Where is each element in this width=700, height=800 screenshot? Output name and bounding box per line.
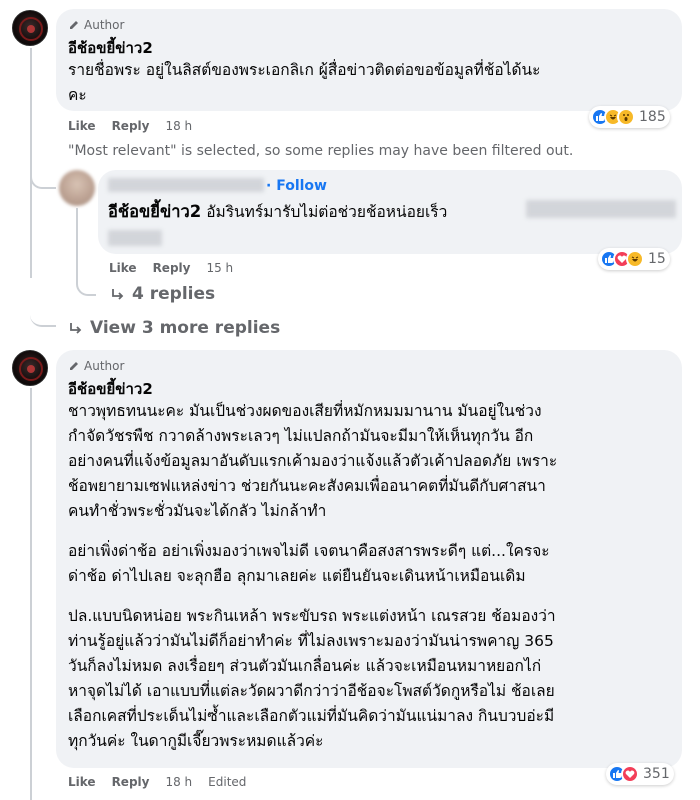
edited-label[interactable]: Edited	[208, 775, 246, 789]
comment-line: กำจัดวัชรพืช กวาดล้างพระเลวๆ ไม่แปลกถ้าม…	[68, 427, 534, 445]
comment-line: ชาวพุทธทนนะคะ มันเป็นช่วงผดของเสียที่หมั…	[68, 402, 542, 420]
thread-connector	[76, 262, 96, 296]
comment-paragraph: อย่าเพิ่งด่าช้อ อย่าเพิ่งมองว่าเพจไม่ดี …	[68, 539, 674, 589]
like-button[interactable]: Like	[68, 119, 96, 133]
reply-button[interactable]: Reply	[112, 775, 150, 789]
redacted-name	[108, 178, 264, 192]
comment-line: หาจุดไม่ได้ เอาแบบที่แต่ละวัดผวาดีกว่าว่…	[68, 682, 555, 700]
comment-line: ช้อพยายามเซฟแหล่งข่าว ช่วยกันนะคะสังคมเพ…	[68, 477, 546, 495]
follow-button[interactable]: · Follow	[266, 178, 327, 194]
mention-link[interactable]: อีช้อขยี้ข่าว2	[108, 202, 201, 221]
view-more-replies-link[interactable]: View 3 more replies	[68, 318, 280, 338]
comment-line: คนทำชั่วพระชั่วมันจะได้กลัว ไม่กล้าทำ	[68, 502, 327, 520]
reply-arrow-icon	[70, 323, 82, 334]
reply-button[interactable]: Reply	[153, 261, 191, 275]
reply-bubble: · Follow อีช้อขยี้ข่าว2 อัมรินทร์มารับไม…	[98, 170, 682, 254]
reaction-count: 15	[648, 251, 666, 267]
author-badge-label: Author	[84, 18, 125, 32]
avatar-emblem-icon	[19, 357, 43, 381]
comment-bubble: Author อีช้อขยี้ข่าว2 ชาวพุทธทนนะคะ มันเ…	[56, 350, 682, 768]
comment-actions: Like Reply 18 h	[68, 119, 192, 133]
view-replies-label[interactable]: 4 replies	[132, 284, 215, 304]
reaction-summary[interactable]: 351	[606, 763, 674, 785]
thread-connector	[30, 275, 56, 327]
comment-timestamp[interactable]: 18 h	[165, 775, 192, 789]
author-badge: Author	[68, 359, 124, 373]
filter-notice: "Most relevant" is selected, so some rep…	[68, 143, 574, 159]
pen-icon	[70, 21, 78, 29]
reply-arrow-icon	[112, 289, 124, 300]
comment-actions: Like Reply 18 h Edited	[68, 775, 246, 789]
comment-line: ด่าช้อ ด่าไปเลย จะลุกฮือ ลุกมาเลยค่ะ แต่…	[68, 567, 526, 585]
commenter-name[interactable]: อีช้อขยี้ข่าว2	[68, 36, 153, 60]
author-avatar[interactable]	[12, 350, 48, 386]
comment-line: รายชื่อพระ อยู่ในลิสต์ของพระเอกลิเก ผู้ส…	[68, 61, 541, 79]
pen-icon	[70, 362, 78, 370]
comment-line: เลือกเคสที่ประเด็นไม่ซ้ำและเลือกตัวแม่ที…	[68, 707, 555, 725]
reaction-summary[interactable]: 15	[598, 248, 670, 270]
reaction-count: 185	[639, 109, 666, 125]
reply-actions: Like Reply 15 h	[109, 261, 233, 275]
comment-line: คะ	[68, 86, 87, 104]
reply-button[interactable]: Reply	[112, 119, 150, 133]
comment-line: วันก็ลงไม่หมด ลงเรื่อยๆ ส่วนตัวมันเกลื่อ…	[68, 657, 542, 675]
view-replies-link[interactable]: 4 replies	[110, 284, 215, 304]
thread-line	[30, 388, 32, 800]
comment-paragraph: ชาวพุทธทนนะคะ มันเป็นช่วงผดของเสียที่หมั…	[68, 399, 674, 524]
redacted-text	[526, 200, 676, 218]
author-badge: Author	[68, 18, 124, 32]
reply-text-content: อัมรินทร์มารับไม่ต่อช่วยช้อหน่อยเร็ว	[206, 203, 448, 221]
comment-text: รายชื่อพระ อยู่ในลิสต์ของพระเอกลิเก ผู้ส…	[68, 58, 674, 108]
author-badge-label: Author	[84, 359, 125, 373]
haha-icon	[626, 250, 644, 268]
view-more-replies-label[interactable]: View 3 more replies	[90, 318, 280, 338]
redacted-text	[108, 230, 162, 246]
reaction-summary[interactable]: 185	[589, 106, 670, 128]
commenter-name[interactable]: อีช้อขยี้ข่าว2	[68, 377, 153, 401]
comment-line: อย่าเพิ่งด่าช้อ อย่าเพิ่งมองว่าเพจไม่ดี …	[68, 542, 550, 560]
wow-icon	[617, 108, 635, 126]
comment-line: ท่านรู้อยู่แล้วว่ามันไม่ดีก็อย่าทำค่ะ ที…	[68, 632, 554, 650]
comment-line: ทุกวันค่ะ ในดากูมีเจี๊ยวพระหมดแล้วค่ะ	[68, 732, 324, 750]
love-icon	[621, 765, 639, 783]
comment-paragraph: ปล.แบบนิดหน่อย พระกินเหล้า พระขับรถ พระแ…	[68, 604, 674, 754]
reaction-count: 351	[643, 766, 670, 782]
reply-timestamp[interactable]: 15 h	[206, 261, 233, 275]
avatar-emblem-icon	[19, 17, 43, 41]
replier-avatar[interactable]	[59, 170, 95, 206]
comment-line: อย่างคนที่แจ้งข้อมูลมาอันดับแรกเค้ามองว่…	[68, 452, 558, 470]
comment-bubble: Author อีช้อขยี้ข่าว2 รายชื่อพระ อยู่ในล…	[56, 9, 682, 111]
thread-line	[30, 48, 32, 278]
comment-timestamp[interactable]: 18 h	[165, 119, 192, 133]
thread-connector	[30, 165, 56, 189]
like-button[interactable]: Like	[68, 775, 96, 789]
author-avatar[interactable]	[12, 10, 48, 46]
like-button[interactable]: Like	[109, 261, 137, 275]
comment-line: ปล.แบบนิดหน่อย พระกินเหล้า พระขับรถ พระแ…	[68, 607, 556, 625]
